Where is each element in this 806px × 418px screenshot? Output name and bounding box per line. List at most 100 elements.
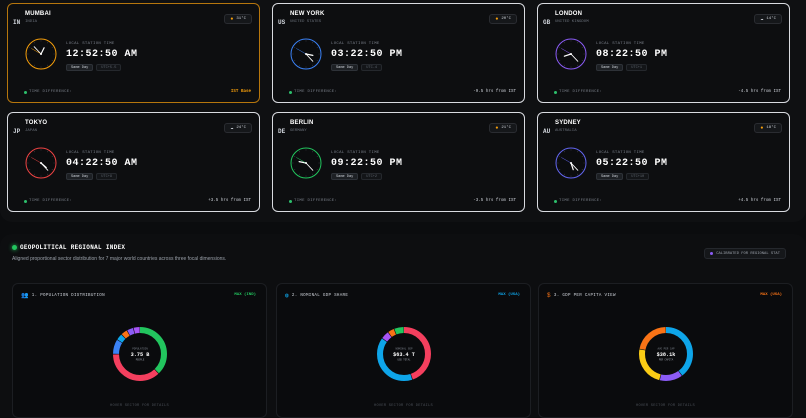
city-name: TOKYO [25, 120, 48, 126]
section-subtitle: Aligned proportional sector distribution… [12, 256, 227, 262]
sun-icon: ● [760, 125, 764, 131]
time-difference-text: TIME DIFFERENCE: [559, 199, 603, 203]
analog-clock-icon [290, 38, 322, 70]
status-dot-icon [289, 199, 292, 203]
center-unit: PER CAPITA [659, 359, 674, 362]
utc-offset-tag: UTC+1 [626, 64, 648, 71]
time-tags: Same Day UTC+5.5 [66, 64, 122, 71]
sun-icon: ● [495, 16, 499, 22]
city-card-tokyo[interactable]: JP TOKYO JAPAN ☁ 24°C LOCAL STATION TIME… [7, 112, 260, 212]
center-value: $63.4 T [393, 352, 415, 358]
same-day-tag: Same Day [331, 173, 359, 180]
time-difference-label: TIME DIFFERENCE: [24, 199, 72, 203]
panel-title: 👥 1. POPULATION DISTRIBUTION [21, 292, 105, 299]
globe-icon: ◍ [285, 292, 289, 299]
local-station-time-label: LOCAL STATION TIME [66, 42, 115, 46]
chart-panel-1: 👥 1. POPULATION DISTRIBUTION MAX (IND) P… [12, 283, 267, 418]
time-tags: Same Day UTC+10 [596, 173, 650, 180]
chart-panel-3: $ 3. GDP PER CAPITA VIEW MAX (USA) AVG P… [538, 283, 793, 418]
time-difference-text: TIME DIFFERENCE: [294, 90, 338, 94]
time-difference-value: +3.5 hrs from IST [208, 199, 251, 203]
country-name: AUSTRALIA [555, 129, 577, 133]
city-name: NEW YORK [290, 11, 325, 17]
temperature-badge: ● 31°C [224, 14, 252, 24]
local-station-time-label: LOCAL STATION TIME [66, 151, 115, 155]
city-card-new-york[interactable]: US NEW YORK UNITED STATES ● 20°C LOCAL S… [272, 3, 525, 103]
time-difference-label: TIME DIFFERENCE: [289, 90, 337, 94]
time-difference-value: IST Base [230, 90, 251, 94]
utc-offset-tag: UTC+2 [361, 173, 383, 180]
panel-title: $ 3. GDP PER CAPITA VIEW [547, 292, 616, 299]
city-card-berlin[interactable]: DE BERLIN GERMANY ● 21°C LOCAL STATION T… [272, 112, 525, 212]
temperature: 21°C [501, 126, 511, 130]
same-day-tag: Same Day [331, 64, 359, 71]
local-station-time-label: LOCAL STATION TIME [331, 42, 380, 46]
time-tags: Same Day UTC+9 [66, 173, 118, 180]
hover-hint: HOVER SECTOR FOR DETAILS [374, 404, 433, 408]
city-name: SYDNEY [555, 120, 581, 126]
country-code: US [278, 19, 286, 26]
temperature: 31°C [236, 17, 246, 21]
same-day-tag: Same Day [66, 64, 94, 71]
analog-clock-icon [555, 38, 587, 70]
utc-offset-tag: UTC+10 [626, 173, 650, 180]
max-badge: MAX (IND) [234, 293, 256, 297]
temperature: 18°C [766, 126, 776, 130]
analog-clock-icon [555, 147, 587, 179]
status-dot-icon [24, 199, 27, 203]
section-title: GEOPOLITICAL REGIONAL INDEX [12, 244, 125, 251]
utc-offset-tag: UTC+5.5 [96, 64, 122, 71]
donut-chart[interactable]: AVG PER CAP $38.1k PER CAPITA [636, 324, 696, 384]
temperature-badge: ● 21°C [489, 123, 517, 133]
max-badge: MAX (USA) [760, 293, 782, 297]
temperature-badge: ● 20°C [489, 14, 517, 24]
local-time: 09:22:50 PM [331, 158, 403, 169]
status-dot-icon [554, 199, 557, 203]
local-time: 12:52:50 AM [66, 49, 138, 60]
local-station-time-label: LOCAL STATION TIME [331, 151, 380, 155]
country-code: GB [543, 19, 551, 26]
time-tags: Same Day UTC+1 [596, 64, 648, 71]
center-value: 3.75 B [131, 352, 150, 358]
city-name: BERLIN [290, 120, 314, 126]
time-difference-text: TIME DIFFERENCE: [29, 199, 73, 203]
world-clock-panel: IN MUMBAI INDIA ● 31°C LOCAL STATION TIM… [0, 0, 806, 222]
country-name: JAPAN [25, 129, 38, 133]
local-station-time-label: LOCAL STATION TIME [596, 151, 645, 155]
dollar-icon: $ [547, 292, 551, 299]
donut-chart[interactable]: POPULATION 3.75 B PEOPLE [110, 324, 170, 384]
max-badge: MAX (USA) [498, 293, 520, 297]
section-title-text: GEOPOLITICAL REGIONAL INDEX [20, 244, 126, 251]
time-difference-value: -3.5 hrs from IST [473, 199, 516, 203]
center-label: POPULATION [132, 348, 148, 351]
country-name: UNITED STATES [290, 20, 322, 24]
city-name: MUMBAI [25, 11, 51, 17]
cloud-icon: ☁ [760, 16, 764, 22]
local-time: 08:22:50 PM [596, 49, 668, 60]
time-difference-text: TIME DIFFERENCE: [559, 90, 603, 94]
status-dot-icon [24, 90, 27, 94]
cloud-icon: ☁ [230, 125, 234, 131]
chart-panel-2: ◍ 2. NOMINAL GDP SHARE MAX (USA) NOMINAL… [276, 283, 531, 418]
time-difference-value: -9.5 hrs from IST [473, 90, 516, 94]
center-unit: USD TOTAL [398, 359, 411, 362]
donut-chart[interactable]: NOMINAL GDP $63.4 T USD TOTAL [374, 324, 434, 384]
country-code: JP [13, 128, 21, 135]
country-code: DE [278, 128, 286, 135]
center-label: NOMINAL GDP [395, 348, 413, 351]
city-card-london[interactable]: GB LONDON UNITED KINGDOM ☁ 14°C LOCAL ST… [537, 3, 790, 103]
hover-hint: HOVER SECTOR FOR DETAILS [636, 404, 695, 408]
same-day-tag: Same Day [66, 173, 94, 180]
temperature: 24°C [236, 126, 246, 130]
temperature-badge: ● 18°C [754, 123, 782, 133]
status-dot-icon [554, 90, 557, 94]
city-card-sydney[interactable]: AU SYDNEY AUSTRALIA ● 18°C LOCAL STATION… [537, 112, 790, 212]
temperature-badge: ☁ 14°C [754, 14, 782, 24]
temperature: 20°C [501, 17, 511, 21]
utc-offset-tag: UTC-4 [361, 64, 383, 71]
time-tags: Same Day UTC-4 [331, 64, 383, 71]
center-unit: PEOPLE [136, 359, 145, 362]
time-difference-text: TIME DIFFERENCE: [294, 199, 338, 203]
hover-hint: HOVER SECTOR FOR DETAILS [110, 404, 169, 408]
city-card-mumbai[interactable]: IN MUMBAI INDIA ● 31°C LOCAL STATION TIM… [7, 3, 260, 103]
